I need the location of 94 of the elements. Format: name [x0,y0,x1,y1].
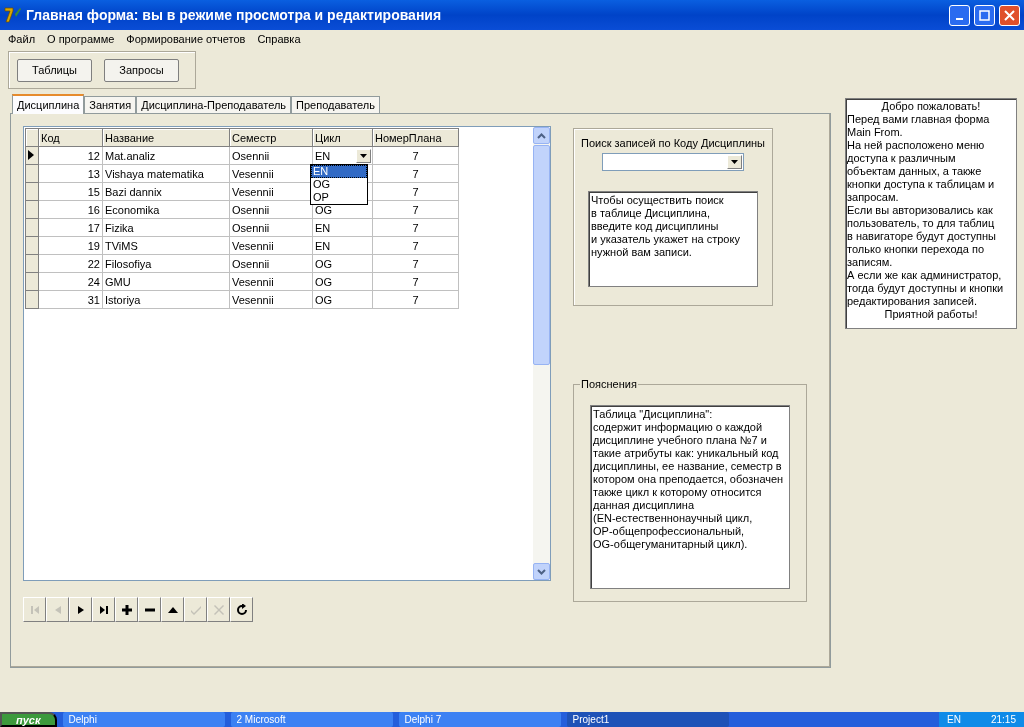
column-header[interactable]: Название [102,128,230,147]
table-cell: 24 [38,272,103,291]
dropdown-option[interactable]: OG [311,178,367,191]
table-cell: EN [312,218,373,237]
table-cell: 7 [372,290,459,309]
window-title: Главная форма: вы в режиме просмотра и редактирования [26,7,443,23]
toolbar-button[interactable]: Запросы [104,58,179,82]
table-cell: TViMS [102,236,230,255]
tab[interactable]: Дисциплина [12,94,85,114]
column-header[interactable]: Код [38,128,103,147]
minimize-icon [956,18,963,20]
scrollbar[interactable] [533,127,550,580]
table-cell: 7 [372,200,459,219]
delete-record-button[interactable] [138,597,161,622]
table-cell: 31 [38,290,103,309]
table-cell: 7 [372,254,459,273]
table-cell: 17 [38,218,103,237]
table-cell: Economika [102,200,230,219]
maximize-icon [979,9,990,21]
tab[interactable]: Занятия [84,96,137,113]
table-cell: Fizika [102,218,230,237]
table-cell: OG [312,254,373,273]
insert-icon [120,603,133,616]
menu-item[interactable]: О программе [41,33,121,45]
menu-item[interactable]: Файл [2,33,42,45]
caret-icon [731,160,738,164]
table-cell: Istoriya [102,290,230,309]
column-header[interactable]: Цикл [312,128,373,147]
current-row-icon [27,148,35,161]
refresh-icon [235,603,248,616]
table-cell: 15 [38,182,103,201]
table-cell: GMU [102,272,230,291]
refresh-record-button[interactable] [230,597,253,622]
edit-record-button[interactable] [161,597,184,622]
search-hint: Чтобы осуществить поиск в таблице Дисциплина, введите код дисциплины и указатель укажет на строку нужной вам записи. [588,191,758,287]
tab[interactable]: Преподаватель [291,96,380,113]
table-cell: Mat.analiz [102,146,230,165]
last-record-button[interactable] [92,597,115,622]
table-cell: Vesennii [229,272,313,291]
welcome-closing: Приятной работы! [883,308,979,321]
cancel-icon [212,603,225,616]
menu-item[interactable]: Справка [251,33,307,45]
search-label: Поиск записей по Коду Дисциплины [580,137,765,149]
taskbar-button[interactable]: Delphi 7 [398,712,561,727]
first-icon [28,603,41,616]
welcome-text: Перед вами главная форма Main From. На ней расположено меню доступа к различным объектам данных, а также кнопки доступа к таблицам и запросам. Если вы авторизовались как пользователь, то для таблиц в навигаторе будут доступны только кнопки перехода по записям. А если же как администратор, тогда будут доступны и кнопки редактирования записей. [847,113,1005,308]
next-record-button[interactable] [69,597,92,622]
group-title: Пояснения [580,378,638,390]
maximize-button[interactable] [974,4,995,26]
column-header[interactable]: НомерПлана [372,128,459,147]
table-cell: 13 [38,164,103,183]
clock: 21:15 [990,714,1016,725]
table-cell: Filosofiya [102,254,230,273]
table-cell: Vesennii [229,290,313,309]
table-cell: 7 [372,218,459,237]
last-icon [97,603,110,616]
table-cell: 12 [38,146,103,165]
table-cell: Osennii [229,218,313,237]
insert-record-button[interactable] [115,597,138,622]
caret-icon [360,153,367,158]
table-cell: 7 [372,164,459,183]
close-button[interactable] [999,4,1020,26]
tab[interactable]: Дисциплина-Преподаватель [136,96,292,113]
table-cell: Osennii [229,254,313,273]
table-cell: Osennii [229,146,313,165]
taskbar-button[interactable]: 2 Microsoft [230,712,393,727]
column-header[interactable]: Семестр [229,128,313,147]
app-icon [4,6,22,24]
welcome-greeting: Добро пожаловать! [880,100,982,113]
dropdown-option[interactable]: EN [311,165,367,178]
table-cell: Bazi dannix [102,182,230,201]
start-button[interactable]: пуск [0,712,57,727]
table-cell: Vishaya matematika [102,164,230,183]
menu-item[interactable]: Формирование отчетов [120,33,252,45]
toolbar-button[interactable]: Таблицы [17,58,92,82]
table-cell: 7 [372,146,459,165]
table-cell: 22 [38,254,103,273]
close-icon [1004,9,1015,21]
search-combo[interactable] [602,153,744,171]
table-cell: OG [312,290,373,309]
table-cell: Vesennii [229,236,313,255]
table-cell: 7 [372,272,459,291]
minimize-button[interactable] [949,4,970,26]
table-cell: 7 [372,182,459,201]
dropdown-button[interactable] [356,148,371,163]
notes-text: Таблица "Дисциплина": содержит информацию о каждой дисциплине учебного плана №7 и такие атрибуты как: уникальный код дисциплины, ее название, семестр в котором она преподается, обозначен также цикл к которому относится данная дисциплина (EN-естественнонаучный цикл, OP-общепрофессиональный, OG-общегуманитарный цикл). [590,405,790,589]
taskbar-button[interactable]: Project1 [566,712,729,727]
language-indicator[interactable]: EN [947,714,961,725]
taskbar-button[interactable]: Delphi [62,712,225,727]
table-cell: 19 [38,236,103,255]
table-cell: EN [312,236,373,255]
table-cell: 16 [38,200,103,219]
table-cell: 7 [372,236,459,255]
table-cell: OG [312,272,373,291]
